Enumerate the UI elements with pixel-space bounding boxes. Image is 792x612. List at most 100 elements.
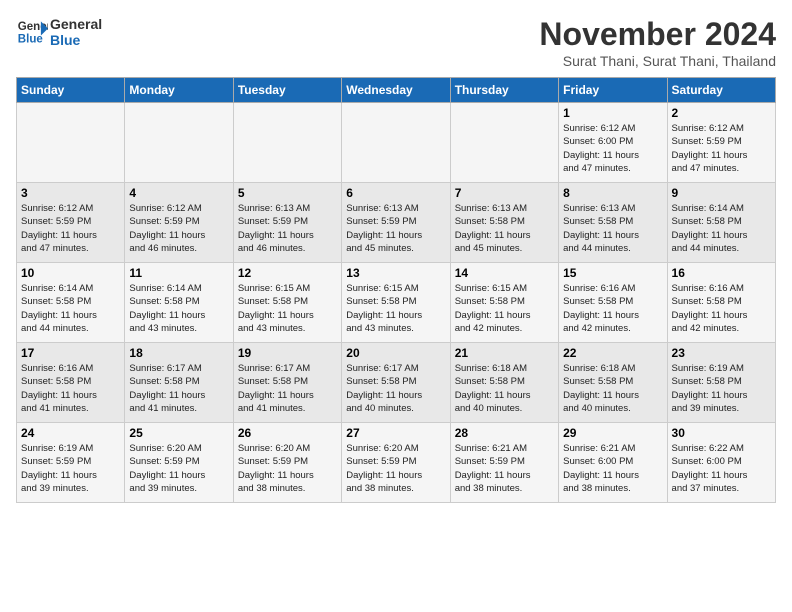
calendar-cell: 12 Sunrise: 6:15 AM Sunset: 5:58 PM Dayli… <box>233 263 341 343</box>
calendar-cell: 20Sunrise: 6:17 AM Sunset: 5:58 PM Dayli… <box>342 343 450 423</box>
calendar-cell: 17 Sunrise: 6:16 AM Sunset: 5:58 PM Dayli… <box>17 343 125 423</box>
day-info: Sunrise: 6:22 AM Sunset: 6:00 PM Dayligh… <box>672 442 771 495</box>
calendar-cell: 6 Sunrise: 6:13 AM Sunset: 5:59 PM Daylig… <box>342 183 450 263</box>
calendar-cell: 18 Sunrise: 6:17 AM Sunset: 5:58 PM Dayli… <box>125 343 233 423</box>
week-row-2: 10 Sunrise: 6:14 AM Sunset: 5:58 PM Dayli… <box>17 263 776 343</box>
calendar-cell: 15 Sunrise: 6:16 AM Sunset: 5:58 PM Dayli… <box>559 263 667 343</box>
calendar-cell: 27 Sunrise: 6:20 AM Sunset: 5:59 PM Dayli… <box>342 423 450 503</box>
calendar-cell: 23Sunrise: 6:19 AM Sunset: 5:58 PM Dayli… <box>667 343 775 423</box>
day-info: Sunrise: 6:16 AM Sunset: 5:58 PM Dayligh… <box>21 362 120 415</box>
calendar-cell: 11Sunrise: 6:14 AM Sunset: 5:58 PM Dayli… <box>125 263 233 343</box>
calendar-cell: 4 Sunrise: 6:12 AM Sunset: 5:59 PM Daylig… <box>125 183 233 263</box>
day-info: Sunrise: 6:12 AM Sunset: 6:00 PM Dayligh… <box>563 122 662 175</box>
location-title: Surat Thani, Surat Thani, Thailand <box>539 53 776 69</box>
day-number: 13 <box>346 266 445 280</box>
week-row-1: 3 Sunrise: 6:12 AM Sunset: 5:59 PM Daylig… <box>17 183 776 263</box>
calendar-cell: 13 Sunrise: 6:15 AM Sunset: 5:58 PM Dayli… <box>342 263 450 343</box>
calendar-cell: 19Sunrise: 6:17 AM Sunset: 5:58 PM Dayli… <box>233 343 341 423</box>
day-info: Sunrise: 6:21 AM Sunset: 5:59 PM Dayligh… <box>455 442 554 495</box>
day-info: Sunrise: 6:13 AM Sunset: 5:58 PM Dayligh… <box>455 202 554 255</box>
day-number: 2 <box>672 106 771 120</box>
calendar-cell <box>233 103 341 183</box>
day-info: Sunrise: 6:12 AM Sunset: 5:59 PM Dayligh… <box>672 122 771 175</box>
day-number: 20 <box>346 346 445 360</box>
day-number: 4 <box>129 186 228 200</box>
dow-sunday: Sunday <box>17 78 125 103</box>
day-info: Sunrise: 6:21 AM Sunset: 6:00 PM Dayligh… <box>563 442 662 495</box>
calendar-cell: 26Sunrise: 6:20 AM Sunset: 5:59 PM Dayli… <box>233 423 341 503</box>
logo: General Blue General Blue <box>16 16 102 48</box>
day-info: Sunrise: 6:16 AM Sunset: 5:58 PM Dayligh… <box>672 282 771 335</box>
calendar-cell: 24Sunrise: 6:19 AM Sunset: 5:59 PM Dayli… <box>17 423 125 503</box>
day-info: Sunrise: 6:14 AM Sunset: 5:58 PM Dayligh… <box>21 282 120 335</box>
day-number: 6 <box>346 186 445 200</box>
calendar-table: SundayMondayTuesdayWednesdayThursdayFrid… <box>16 77 776 503</box>
day-number: 12 <box>238 266 337 280</box>
calendar-cell: 7 Sunrise: 6:13 AM Sunset: 5:58 PM Daylig… <box>450 183 558 263</box>
day-of-week-header: SundayMondayTuesdayWednesdayThursdayFrid… <box>17 78 776 103</box>
dow-tuesday: Tuesday <box>233 78 341 103</box>
day-info: Sunrise: 6:14 AM Sunset: 5:58 PM Dayligh… <box>672 202 771 255</box>
day-info: Sunrise: 6:16 AM Sunset: 5:58 PM Dayligh… <box>563 282 662 335</box>
dow-friday: Friday <box>559 78 667 103</box>
dow-wednesday: Wednesday <box>342 78 450 103</box>
calendar-cell: 5 Sunrise: 6:13 AM Sunset: 5:59 PM Daylig… <box>233 183 341 263</box>
day-number: 15 <box>563 266 662 280</box>
calendar-cell: 8 Sunrise: 6:13 AM Sunset: 5:58 PM Daylig… <box>559 183 667 263</box>
day-info: Sunrise: 6:13 AM Sunset: 5:59 PM Dayligh… <box>346 202 445 255</box>
day-info: Sunrise: 6:13 AM Sunset: 5:58 PM Dayligh… <box>563 202 662 255</box>
day-info: Sunrise: 6:18 AM Sunset: 5:58 PM Dayligh… <box>455 362 554 415</box>
day-number: 9 <box>672 186 771 200</box>
day-number: 14 <box>455 266 554 280</box>
day-number: 7 <box>455 186 554 200</box>
day-number: 1 <box>563 106 662 120</box>
week-row-3: 17 Sunrise: 6:16 AM Sunset: 5:58 PM Dayli… <box>17 343 776 423</box>
week-row-0: 1 Sunrise: 6:12 AM Sunset: 6:00 PM Daylig… <box>17 103 776 183</box>
day-info: Sunrise: 6:20 AM Sunset: 5:59 PM Dayligh… <box>346 442 445 495</box>
day-info: Sunrise: 6:13 AM Sunset: 5:59 PM Dayligh… <box>238 202 337 255</box>
day-number: 5 <box>238 186 337 200</box>
day-number: 11 <box>129 266 228 280</box>
day-number: 3 <box>21 186 120 200</box>
day-number: 17 <box>21 346 120 360</box>
day-number: 30 <box>672 426 771 440</box>
title-area: November 2024 Surat Thani, Surat Thani, … <box>539 16 776 69</box>
day-number: 10 <box>21 266 120 280</box>
day-info: Sunrise: 6:15 AM Sunset: 5:58 PM Dayligh… <box>346 282 445 335</box>
day-number: 21 <box>455 346 554 360</box>
calendar-cell <box>17 103 125 183</box>
logo-blue: Blue <box>50 32 102 48</box>
calendar-cell: 14 Sunrise: 6:15 AM Sunset: 5:58 PM Dayli… <box>450 263 558 343</box>
svg-text:Blue: Blue <box>18 34 44 46</box>
calendar-cell: 1 Sunrise: 6:12 AM Sunset: 6:00 PM Daylig… <box>559 103 667 183</box>
day-info: Sunrise: 6:17 AM Sunset: 5:58 PM Dayligh… <box>129 362 228 415</box>
day-number: 23 <box>672 346 771 360</box>
day-info: Sunrise: 6:15 AM Sunset: 5:58 PM Dayligh… <box>238 282 337 335</box>
day-info: Sunrise: 6:12 AM Sunset: 5:59 PM Dayligh… <box>21 202 120 255</box>
day-info: Sunrise: 6:12 AM Sunset: 5:59 PM Dayligh… <box>129 202 228 255</box>
day-number: 25 <box>129 426 228 440</box>
calendar-cell: 2 Sunrise: 6:12 AM Sunset: 5:59 PM Daylig… <box>667 103 775 183</box>
calendar-cell: 30 Sunrise: 6:22 AM Sunset: 6:00 PM Dayli… <box>667 423 775 503</box>
calendar-cell: 29 Sunrise: 6:21 AM Sunset: 6:00 PM Dayli… <box>559 423 667 503</box>
calendar-cell: 21 Sunrise: 6:18 AM Sunset: 5:58 PM Dayli… <box>450 343 558 423</box>
dow-thursday: Thursday <box>450 78 558 103</box>
day-number: 27 <box>346 426 445 440</box>
calendar-cell <box>450 103 558 183</box>
day-number: 8 <box>563 186 662 200</box>
calendar-cell <box>342 103 450 183</box>
day-number: 29 <box>563 426 662 440</box>
calendar-cell: 3 Sunrise: 6:12 AM Sunset: 5:59 PM Daylig… <box>17 183 125 263</box>
day-info: Sunrise: 6:20 AM Sunset: 5:59 PM Dayligh… <box>129 442 228 495</box>
day-number: 16 <box>672 266 771 280</box>
day-number: 26 <box>238 426 337 440</box>
dow-saturday: Saturday <box>667 78 775 103</box>
calendar-cell <box>125 103 233 183</box>
day-info: Sunrise: 6:15 AM Sunset: 5:58 PM Dayligh… <box>455 282 554 335</box>
dow-monday: Monday <box>125 78 233 103</box>
day-info: Sunrise: 6:17 AM Sunset: 5:58 PM Dayligh… <box>238 362 337 415</box>
calendar-cell: 10 Sunrise: 6:14 AM Sunset: 5:58 PM Dayli… <box>17 263 125 343</box>
day-number: 28 <box>455 426 554 440</box>
day-number: 18 <box>129 346 228 360</box>
calendar-cell: 28 Sunrise: 6:21 AM Sunset: 5:59 PM Dayli… <box>450 423 558 503</box>
